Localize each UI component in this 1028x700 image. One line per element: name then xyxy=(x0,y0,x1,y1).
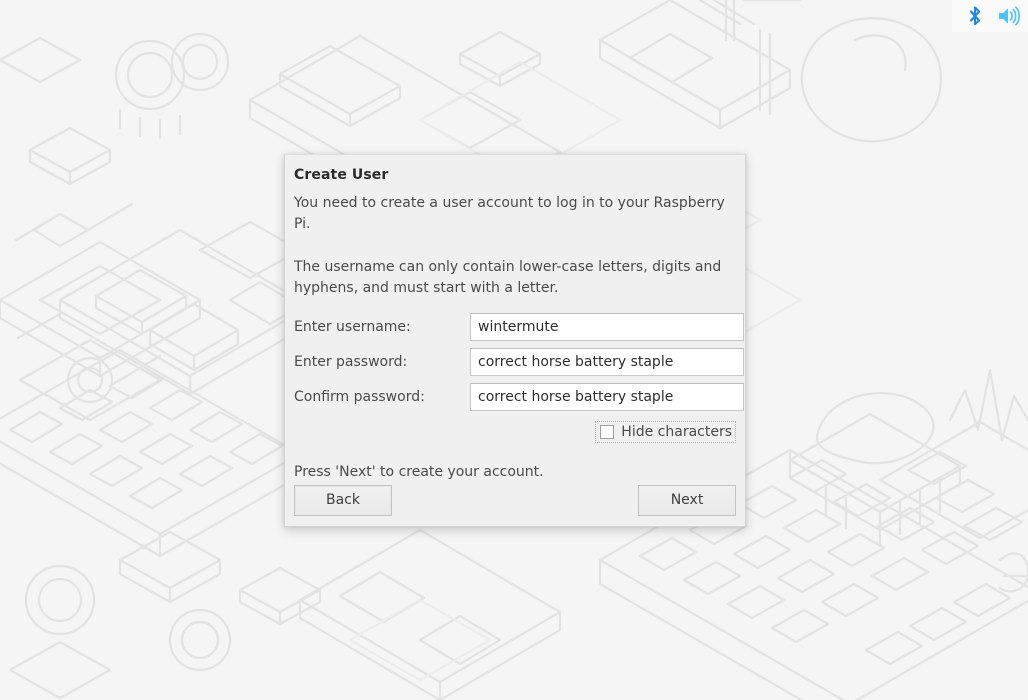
create-user-dialog: Create User You need to create a user ac… xyxy=(284,154,746,527)
password-label: Enter password: xyxy=(294,354,408,370)
system-tray xyxy=(952,0,1028,32)
dialog-hint-text: Press 'Next' to create your account. xyxy=(294,464,544,480)
dialog-title: Create User xyxy=(294,167,389,183)
dialog-button-row: Back Next xyxy=(294,485,736,516)
hide-characters-checkbox[interactable]: Hide characters xyxy=(595,421,736,443)
username-input[interactable] xyxy=(470,313,744,341)
username-label: Enter username: xyxy=(294,319,411,335)
checkbox-box-icon xyxy=(600,425,615,439)
next-button[interactable]: Next xyxy=(638,485,736,516)
bluetooth-icon[interactable] xyxy=(962,3,988,29)
confirm-password-input[interactable] xyxy=(470,383,744,411)
password-input[interactable] xyxy=(470,348,744,376)
hide-characters-row: Hide characters xyxy=(294,421,736,443)
dialog-paragraph-1: You need to create a user account to log… xyxy=(294,195,725,232)
confirm-password-label: Confirm password: xyxy=(294,389,425,405)
dialog-paragraph-2: The username can only contain lower-case… xyxy=(294,259,722,296)
back-button[interactable]: Back xyxy=(294,485,392,516)
create-user-form: Enter username: Enter password: Confirm … xyxy=(294,313,744,411)
volume-icon[interactable] xyxy=(996,3,1022,29)
hide-characters-label: Hide characters xyxy=(621,424,732,440)
